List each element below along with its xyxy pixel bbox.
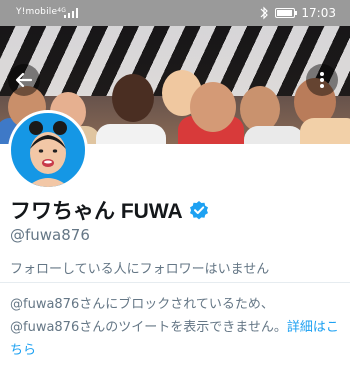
- profile-handle: @fuwa876: [10, 226, 90, 244]
- blocked-text-line2: @fuwa876さんのツイートを表示できません。: [10, 320, 287, 335]
- signal-icon: [64, 8, 80, 18]
- display-name: フワちゃん FUWA: [10, 200, 183, 223]
- back-button[interactable]: [8, 64, 40, 96]
- carrier-label: Y!mobile4G: [16, 7, 67, 17]
- divider: [0, 282, 350, 283]
- blocked-text-line1: @fuwa876さんにブロックされているため、: [10, 297, 274, 312]
- bluetooth-icon: [260, 6, 269, 20]
- more-options-button[interactable]: [306, 64, 338, 96]
- status-bar: Y!mobile4G 17:03: [0, 0, 350, 26]
- arrow-left-icon: [15, 72, 33, 88]
- verified-badge-icon: [189, 201, 208, 220]
- clock: 17:03: [301, 6, 336, 20]
- avatar-image: [27, 121, 69, 187]
- profile-name-row: フワちゃん FUWA: [10, 195, 209, 225]
- profile-avatar[interactable]: [8, 110, 88, 190]
- battery-icon: [275, 8, 298, 18]
- more-vertical-icon: [320, 72, 324, 88]
- followers-you-know-text: フォローしている人にフォロワーはいません: [10, 262, 270, 277]
- blocked-notice: @fuwa876さんにブロックされているため、 @fuwa876さんのツイートを…: [10, 293, 345, 362]
